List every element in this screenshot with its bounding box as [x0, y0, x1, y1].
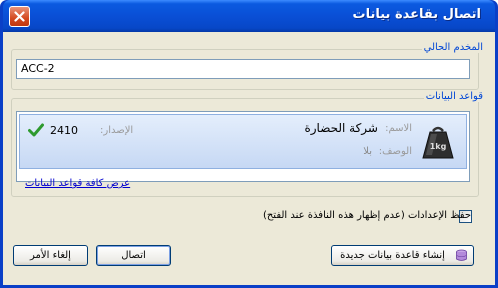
database-list-item[interactable]: 1kg الاسم: شركة الحضارة الوصف: بلا الإصد… — [19, 114, 467, 169]
database-name-label: الاسم: — [385, 123, 412, 134]
create-database-label: إنشاء قاعدة بيانات جديدة — [340, 250, 445, 261]
cancel-button[interactable]: إلغاء الأمر — [13, 245, 88, 266]
check-icon — [28, 123, 44, 137]
database-description: بلا — [363, 146, 372, 157]
svg-text:1kg: 1kg — [430, 142, 447, 151]
database-version: 2410 — [50, 124, 78, 137]
close-button[interactable] — [9, 6, 30, 27]
dialog-window: اتصال بقاعدة بيانات المخدم الحالي ACC-2 … — [0, 0, 498, 288]
close-icon — [14, 11, 25, 22]
connect-button[interactable]: اتصال — [96, 245, 171, 266]
databases-group-label: قواعد البيانات — [423, 91, 485, 102]
save-settings-label: حفظ الإعدادات (عدم إظهار هذه النافذة عند… — [262, 210, 471, 221]
connect-label: اتصال — [121, 250, 146, 261]
server-field[interactable]: ACC-2 — [16, 59, 470, 79]
title-bar[interactable]: اتصال بقاعدة بيانات — [3, 0, 495, 32]
database-name: شركة الحضارة — [304, 121, 378, 135]
create-database-button[interactable]: إنشاء قاعدة بيانات جديدة — [331, 245, 474, 266]
database-version-label: الإصدار: — [100, 125, 134, 136]
new-database-icon — [456, 249, 467, 261]
database-list[interactable]: 1kg الاسم: شركة الحضارة الوصف: بلا الإصد… — [16, 111, 470, 182]
database-weight-icon: 1kg — [422, 126, 454, 159]
cancel-label: إلغاء الأمر — [30, 250, 71, 261]
server-group-label: المخدم الحالي — [421, 42, 485, 53]
database-description-label: الوصف: — [378, 146, 412, 157]
show-all-databases-link[interactable]: عرض كافة قواعد البيانات — [25, 178, 130, 189]
window-title: اتصال بقاعدة بيانات — [352, 7, 481, 22]
dialog-client-area: المخدم الحالي ACC-2 قواعد البيانات 1kg ا… — [3, 32, 495, 285]
